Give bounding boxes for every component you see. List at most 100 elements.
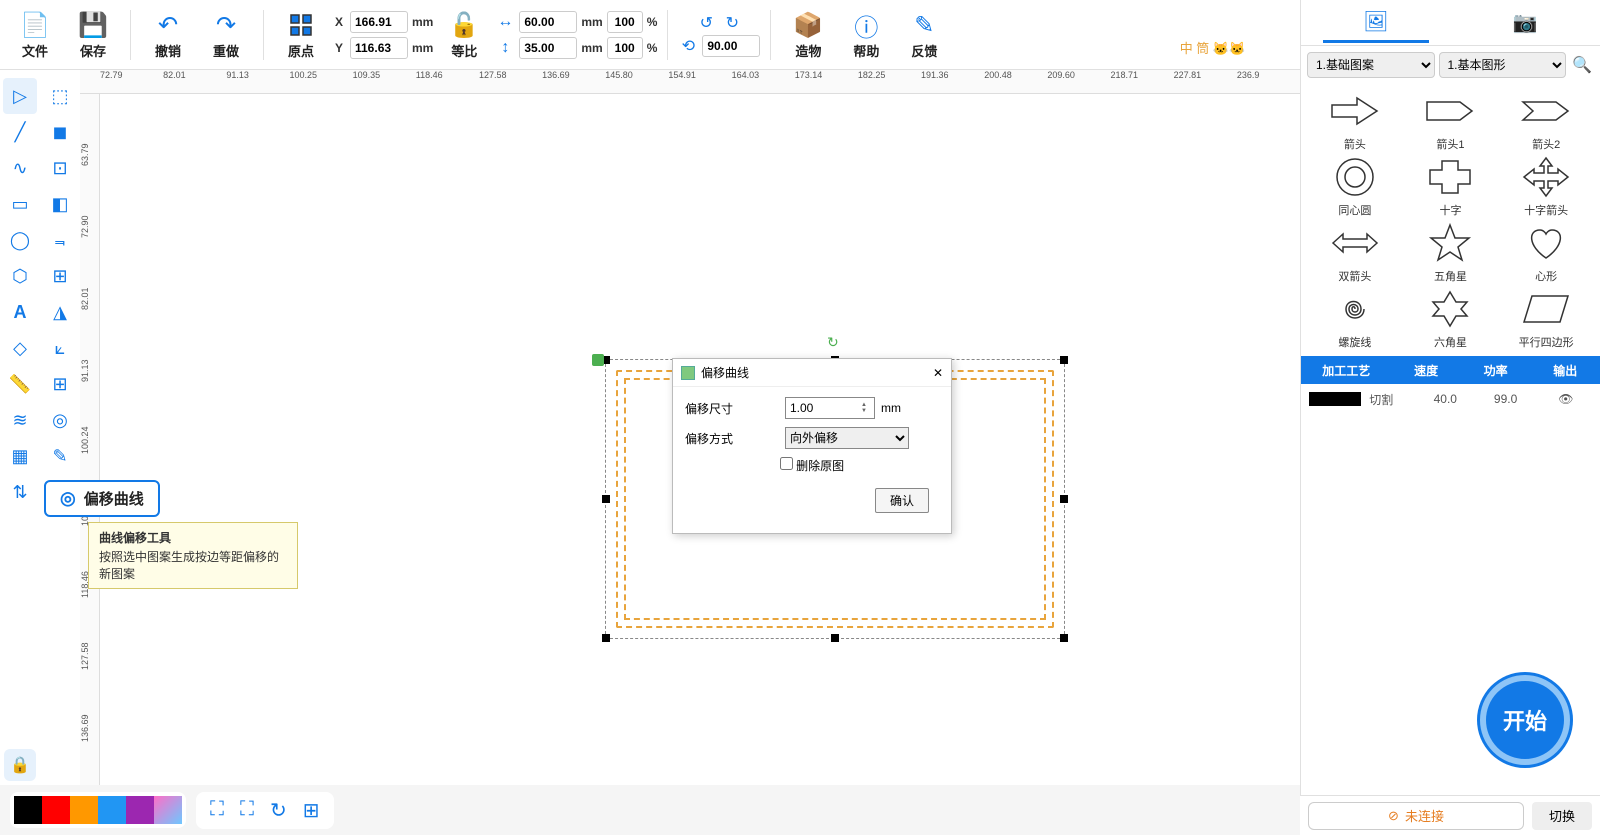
color-swatch[interactable] <box>14 796 42 824</box>
rotate-ccw-icon[interactable]: ↺ <box>696 13 716 33</box>
feedback-button[interactable]: ✎反馈 <box>897 5 951 65</box>
select-tool[interactable]: ▷ <box>3 78 37 114</box>
col-output: 输出 <box>1530 362 1600 379</box>
handle-mr[interactable] <box>1060 495 1068 503</box>
process-row[interactable]: 切割 40.0 99.0 👁 <box>1301 384 1600 414</box>
color-swatch[interactable] <box>98 796 126 824</box>
delete-original-checkbox-label[interactable]: 删除原图 <box>780 459 844 473</box>
origin-button[interactable]: 原点 <box>274 5 328 65</box>
connection-status-bar: ⊘未连接 切换 <box>1300 795 1600 835</box>
shape-star6[interactable]: 六角星 <box>1405 288 1497 350</box>
marquee-tool[interactable]: ⬚ <box>43 78 77 114</box>
shape-grid: 箭头箭头1箭头2 同心圆十字十字箭头双箭头五角星心形螺旋线六角星平行四边形 <box>1301 84 1600 356</box>
fill-tool[interactable]: ◼ <box>43 114 77 150</box>
rotate-handle[interactable]: ↻ <box>827 334 839 351</box>
refresh-icon[interactable]: ↻ <box>270 798 287 823</box>
shape-category-select-2[interactable]: 1.基本图形 <box>1439 52 1567 78</box>
width-input[interactable] <box>519 11 577 33</box>
path-tool[interactable]: ⊡ <box>43 150 77 186</box>
shape-search-button[interactable]: 🔍 <box>1570 53 1594 77</box>
color-swatch[interactable] <box>42 796 70 824</box>
canvas-lock-button[interactable]: 🔒 <box>4 749 36 781</box>
shape-star5[interactable]: 五角星 <box>1405 222 1497 284</box>
array-tool[interactable]: ⊞ <box>43 366 77 402</box>
connection-status: ⊘未连接 <box>1308 802 1524 830</box>
ellipse-tool[interactable]: ◯ <box>3 222 37 258</box>
offset-mode-label: 偏移方式 <box>685 430 785 447</box>
grid-tool[interactable]: ⊞ <box>43 258 77 294</box>
col-speed: 速度 <box>1391 362 1461 379</box>
handle-br[interactable] <box>1060 634 1068 642</box>
dialog-close-button[interactable]: ✕ <box>933 366 943 380</box>
shape-arrow2[interactable]: 箭头2 <box>1500 90 1592 152</box>
lock-icon: 🔓 <box>449 9 479 41</box>
shape-cross-arrow[interactable]: 十字箭头 <box>1500 156 1592 218</box>
eraser-tool[interactable]: ◇ <box>3 330 37 366</box>
crop-icon[interactable]: ⛶ <box>210 798 224 823</box>
shape-arrow1[interactable]: 箭头1 <box>1405 90 1497 152</box>
undo-label: 撤销 <box>155 41 181 60</box>
origin-dot[interactable] <box>592 354 604 366</box>
spinner-down[interactable]: ▼ <box>861 408 867 414</box>
align-tool[interactable]: ⫬ <box>43 222 77 258</box>
file-button[interactable]: 📄文件 <box>8 5 62 65</box>
transform-tool[interactable]: ⟀ <box>43 330 77 366</box>
redo-button[interactable]: ↷重做 <box>199 5 253 65</box>
rect-tool[interactable]: ▭ <box>3 186 37 222</box>
dialog-titlebar[interactable]: 偏移曲线 ✕ <box>673 359 951 387</box>
help-button[interactable]: ⓘ帮助 <box>839 5 893 65</box>
curve-tool[interactable]: ∿ <box>3 150 37 186</box>
unit-mm: mm <box>412 15 433 29</box>
handle-tr[interactable] <box>1060 356 1068 364</box>
sort-tool[interactable]: ⇅ <box>3 474 37 510</box>
rotate-cw-icon[interactable]: ↻ <box>722 13 742 33</box>
confirm-button[interactable]: 确认 <box>875 488 929 513</box>
switch-device-button[interactable]: 切换 <box>1532 802 1592 830</box>
handle-bm[interactable] <box>831 634 839 642</box>
delete-original-checkbox[interactable] <box>780 457 793 470</box>
tab-shapes[interactable]: 🖼 <box>1323 3 1428 43</box>
shape-spiral[interactable]: 螺旋线 <box>1309 288 1401 350</box>
measure-tool[interactable]: 📏 <box>3 366 37 402</box>
rotate-input[interactable] <box>702 35 760 57</box>
tab-camera[interactable]: 📷 <box>1473 4 1578 41</box>
shape-parallelogram[interactable]: 平行四边形 <box>1500 288 1592 350</box>
grid-icon[interactable]: ⊞ <box>303 798 320 823</box>
height-input[interactable] <box>519 37 577 59</box>
offset-curve-label-text: 偏移曲线 <box>84 488 144 509</box>
offset-curve-tool[interactable]: ◎ <box>43 402 77 438</box>
layout-tool[interactable]: ▦ <box>3 438 37 474</box>
save-button[interactable]: 💾保存 <box>66 5 120 65</box>
height-pct-input[interactable] <box>607 37 643 59</box>
aspect-lock-button[interactable]: 🔓等比 <box>437 5 491 65</box>
width-pct-input[interactable] <box>607 11 643 33</box>
create-button[interactable]: 📦造物 <box>781 5 835 65</box>
shape-double-arrow[interactable]: 双箭头 <box>1309 222 1401 284</box>
y-input[interactable] <box>350 37 408 59</box>
mirror-tool[interactable]: ◮ <box>43 294 77 330</box>
shape-category-select-1[interactable]: 1.基础图案 <box>1307 52 1435 78</box>
handle-ml[interactable] <box>602 495 610 503</box>
shape-concentric[interactable]: 同心圆 <box>1309 156 1401 218</box>
vector-tool[interactable]: ✎ <box>43 438 77 474</box>
text-tool[interactable]: A <box>3 294 37 330</box>
line-tool[interactable]: ╱ <box>3 114 37 150</box>
undo-button[interactable]: ↶撤销 <box>141 5 195 65</box>
layers-tool[interactable]: ≋ <box>3 402 37 438</box>
polygon-tool[interactable]: ⬡ <box>3 258 37 294</box>
color-swatch[interactable] <box>126 796 154 824</box>
right-panel: 🖼 📷 1.基础图案 1.基本图形 🔍 箭头箭头1箭头2 同心圆十字十字箭头双箭头… <box>1300 0 1600 835</box>
color-swatch[interactable] <box>70 796 98 824</box>
process-name: 切割 <box>1369 391 1411 408</box>
shape-arrow[interactable]: 箭头 <box>1309 90 1401 152</box>
offset-mode-select[interactable]: 向外偏移 <box>785 427 909 449</box>
shape-tool[interactable]: ◧ <box>43 186 77 222</box>
x-input[interactable] <box>350 11 408 33</box>
color-swatch[interactable] <box>154 796 182 824</box>
focus-icon[interactable]: ⛶ <box>240 798 254 823</box>
shape-cross[interactable]: 十字 <box>1405 156 1497 218</box>
process-visibility-toggle[interactable]: 👁 <box>1540 392 1592 406</box>
shape-heart[interactable]: 心形 <box>1500 222 1592 284</box>
start-button[interactable]: 开始 <box>1480 675 1570 765</box>
handle-bl[interactable] <box>602 634 610 642</box>
